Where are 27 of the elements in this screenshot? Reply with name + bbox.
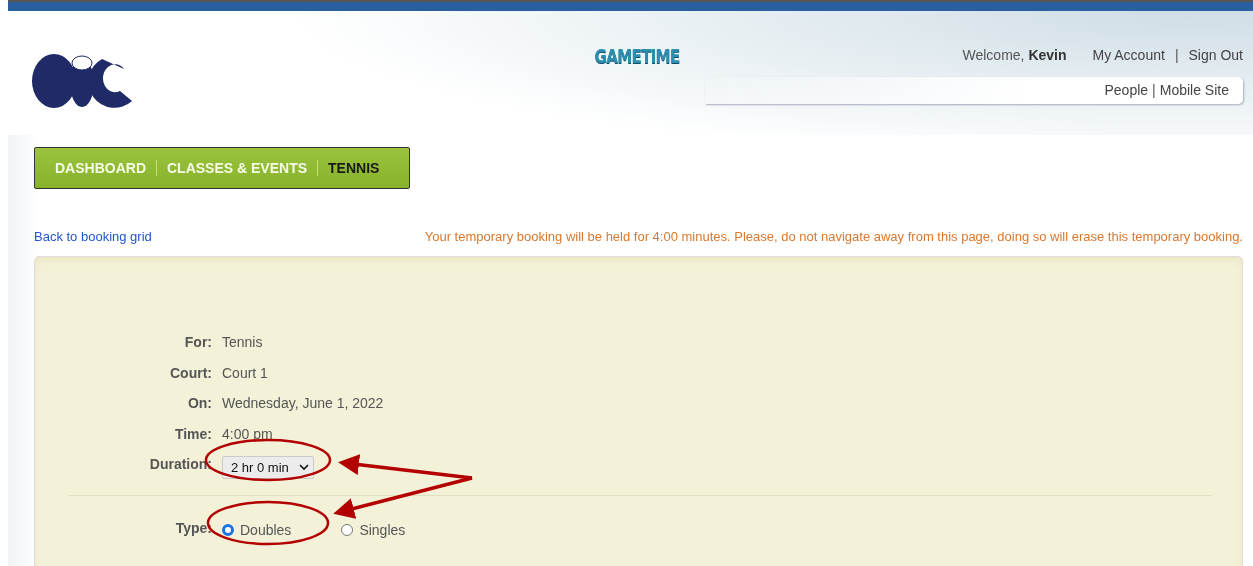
header-link[interactable]: Sign Out	[1188, 47, 1243, 63]
separator: |	[1174, 47, 1179, 63]
chevron-down-icon	[298, 463, 309, 471]
radio-option[interactable]: Singles	[341, 521, 406, 538]
welcome-text: Welcome, Kevin	[962, 47, 1067, 63]
back-link[interactable]: Back to booking grid	[34, 229, 152, 244]
brand-title: GAMETIME	[595, 44, 680, 69]
header-link[interactable]: People	[1104, 82, 1149, 98]
field-value: Tennis	[222, 334, 264, 351]
separator: |	[1152, 82, 1156, 98]
duration-select[interactable]: 2 hr 0 min	[222, 455, 314, 479]
nav-tab[interactable]: TENNIS	[317, 160, 390, 176]
club-logo-icon	[32, 51, 134, 111]
header-link[interactable]: Mobile Site	[1159, 82, 1229, 98]
booking-notice: Your temporary booking will be held for 4:00 minutes. Please, do not navigate away from this page, doing so will erase this temporary booking.	[424, 229, 1243, 244]
header-link[interactable]: My Account	[1092, 47, 1165, 63]
field-value: Court 1	[222, 364, 269, 381]
field-label: Court:	[169, 364, 212, 381]
radio-label: Doubles	[240, 521, 292, 538]
field-label: For:	[183, 334, 212, 351]
field-label: Time:	[173, 425, 212, 442]
field-label: Type:	[174, 519, 212, 536]
radio-label: Singles	[359, 521, 406, 538]
field-value: Wednesday, June 1, 2022	[222, 395, 385, 412]
field-value: 4:00 pm	[222, 425, 274, 442]
radio-option[interactable]: Doubles	[222, 521, 292, 538]
field-label: On:	[186, 395, 212, 412]
